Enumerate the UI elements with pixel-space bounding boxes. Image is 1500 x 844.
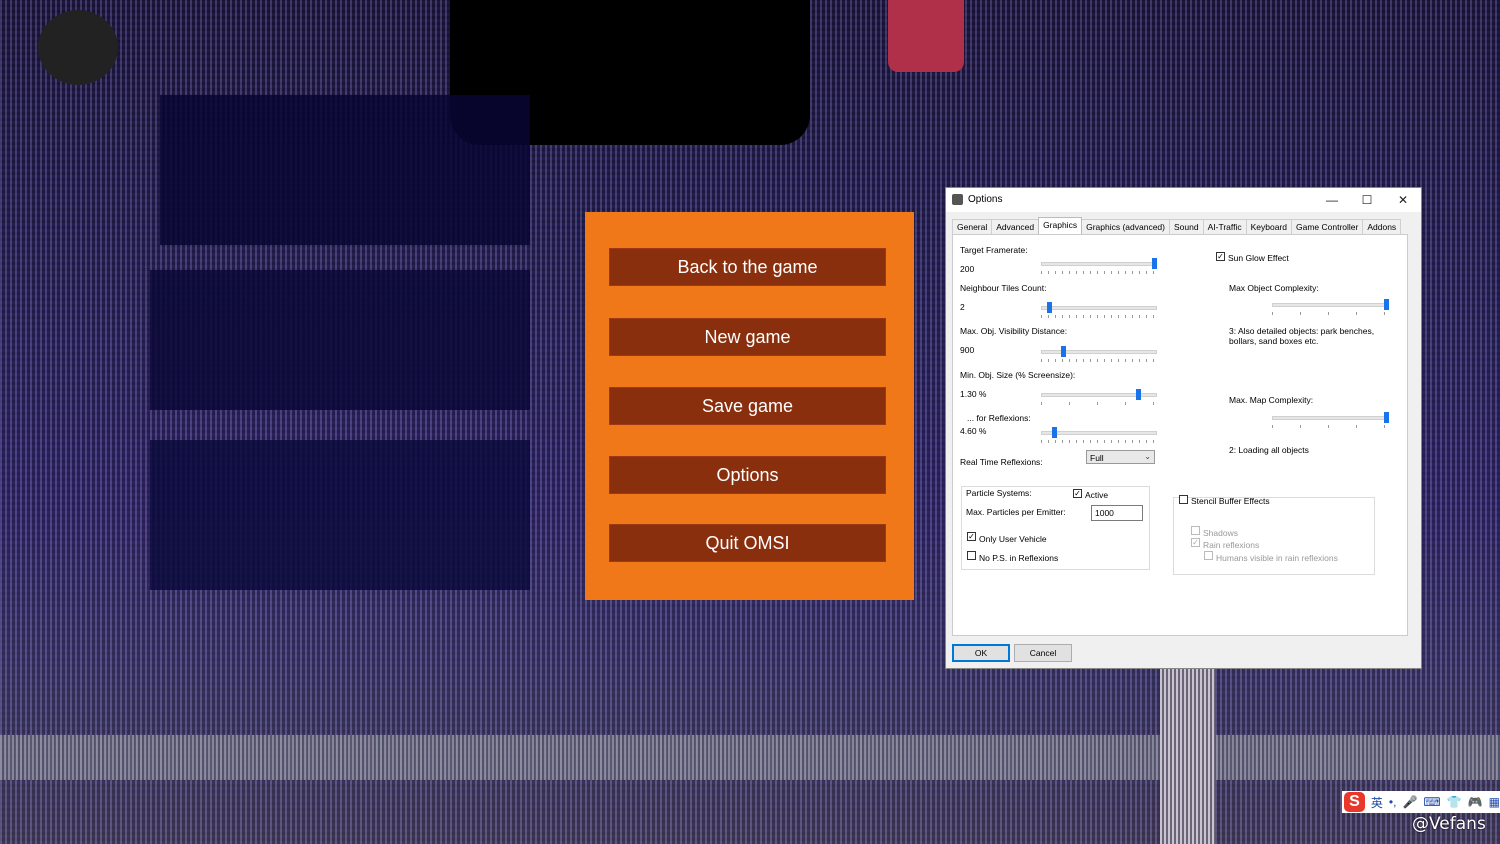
sogou-logo-icon[interactable]: S (1344, 792, 1365, 812)
slider-thumb[interactable] (1136, 389, 1141, 400)
max-object-complexity-slider[interactable] (1272, 299, 1389, 317)
real-time-reflexions-value: Full (1090, 453, 1104, 463)
target-framerate-label: Target Framerate: (960, 245, 1028, 255)
neighbour-tiles-value: 2 (960, 302, 965, 312)
min-obj-size-slider[interactable] (1041, 389, 1157, 407)
maximize-button[interactable]: ☐ (1350, 188, 1384, 212)
sun-glow-checkbox[interactable]: ✓ (1216, 252, 1225, 261)
rain-reflexions-label: Rain reflexions (1203, 540, 1260, 550)
background-lamp (38, 10, 118, 85)
tab-graphics[interactable]: Graphics (1038, 217, 1083, 235)
min-obj-size-value: 1.30 % (960, 389, 987, 399)
max-object-complexity-label: Max Object Complexity: (1229, 283, 1319, 293)
microphone-icon[interactable]: 🎤 (1402, 795, 1417, 809)
for-reflexions-label: ... for Reflexions: (967, 413, 1031, 423)
tab-graphics-advanced[interactable]: Graphics (advanced) (1081, 219, 1170, 235)
grid-icon[interactable]: ▦ (1489, 795, 1500, 809)
minimize-button[interactable]: — (1315, 188, 1349, 212)
min-obj-size-label: Min. Obj. Size (% Screensize): (960, 370, 1076, 380)
skin-icon[interactable]: 👕 (1447, 795, 1462, 809)
slider-thumb[interactable] (1047, 302, 1052, 313)
sun-glow-label: Sun Glow Effect (1228, 253, 1289, 263)
only-user-vehicle-checkbox[interactable]: ✓ (967, 532, 976, 541)
shadows-checkbox[interactable] (1191, 526, 1200, 535)
tab-bar: General Advanced Graphics Graphics (adva… (952, 217, 1402, 235)
particle-active-label: Active (1085, 490, 1109, 500)
tab-general[interactable]: General (952, 219, 993, 235)
only-user-vehicle-label: Only User Vehicle (979, 534, 1047, 544)
visibility-distance-slider[interactable] (1041, 346, 1157, 364)
ime-toolbar: S 英 •, 🎤 ⌨ 👕 🎮 ▦ (1342, 791, 1500, 813)
quit-omsi-button[interactable]: Quit OMSI (609, 524, 886, 562)
no-ps-reflexions-label: No P.S. in Reflexions (979, 553, 1059, 563)
graphics-panel: Target Framerate: 200 Neighbour Tiles Co… (952, 234, 1408, 636)
slider-thumb[interactable] (1052, 427, 1057, 438)
ok-button[interactable]: OK (952, 644, 1010, 662)
options-window: Options — ☐ ✕ General Advanced Graphics … (945, 187, 1422, 669)
slider-thumb[interactable] (1384, 299, 1389, 310)
neighbour-tiles-slider[interactable] (1041, 302, 1157, 320)
max-map-complexity-slider[interactable] (1272, 412, 1389, 430)
language-toggle-icon[interactable]: 英 (1371, 794, 1383, 811)
tab-keyboard[interactable]: Keyboard (1245, 219, 1292, 235)
target-framerate-value: 200 (960, 264, 975, 274)
max-particles-label: Max. Particles per Emitter: (966, 507, 1066, 517)
back-to-game-button[interactable]: Back to the game (609, 248, 886, 286)
tab-advanced[interactable]: Advanced (991, 219, 1040, 235)
real-time-reflexions-select[interactable]: Full ⌄ (1086, 450, 1155, 464)
rain-reflexions-checkbox[interactable]: ✓ (1191, 538, 1200, 547)
max-map-complexity-label: Max. Map Complexity: (1229, 395, 1314, 405)
visibility-distance-value: 900 (960, 345, 975, 355)
max-particles-input[interactable]: 1000 (1091, 505, 1143, 521)
new-game-button[interactable]: New game (609, 318, 886, 356)
tab-sound[interactable]: Sound (1168, 219, 1204, 235)
close-button[interactable]: ✕ (1386, 188, 1420, 212)
save-game-button[interactable]: Save game (609, 387, 886, 425)
tab-ai-traffic[interactable]: AI-Traffic (1202, 219, 1247, 235)
max-map-complexity-desc: 2: Loading all objects (1229, 445, 1309, 455)
humans-visible-checkbox[interactable] (1204, 551, 1213, 560)
neighbour-tiles-label: Neighbour Tiles Count: (960, 283, 1047, 293)
real-time-reflexions-label: Real Time Reflexions: (960, 457, 1043, 467)
background-post (1160, 660, 1215, 844)
slider-thumb[interactable] (1384, 412, 1389, 423)
no-ps-reflexions-checkbox[interactable] (967, 551, 976, 560)
chevron-down-icon: ⌄ (1144, 452, 1151, 461)
for-reflexions-value: 4.60 % (960, 426, 987, 436)
background-kerb (0, 735, 1500, 780)
title-bar[interactable]: Options — ☐ ✕ (946, 188, 1421, 212)
particle-active-checkbox[interactable]: ✓ (1073, 489, 1082, 498)
stencil-checkbox[interactable] (1179, 495, 1188, 504)
stencil-label: Stencil Buffer Effects (1191, 496, 1270, 506)
particle-systems-label: Particle Systems: (966, 488, 1032, 498)
tab-game-controller[interactable]: Game Controller (1290, 219, 1364, 235)
window-title: Options (968, 194, 1003, 205)
options-button[interactable]: Options (609, 456, 886, 494)
punctuation-icon[interactable]: •, (1389, 795, 1397, 809)
gamepad-icon[interactable]: 🎮 (1468, 795, 1483, 809)
target-framerate-slider[interactable] (1041, 258, 1157, 276)
background-window-3 (150, 440, 530, 590)
keyboard-icon[interactable]: ⌨ (1423, 795, 1440, 809)
slider-thumb[interactable] (1061, 346, 1066, 357)
for-reflexions-slider[interactable] (1041, 427, 1157, 445)
humans-visible-label: Humans visible in rain reflexions (1216, 553, 1338, 563)
background-window-1 (160, 95, 530, 245)
watermark: @Vefans (1412, 814, 1486, 834)
slider-thumb[interactable] (1152, 258, 1157, 269)
background-window-2 (150, 270, 530, 410)
app-icon (952, 194, 963, 205)
shadows-label: Shadows (1203, 528, 1238, 538)
tab-addons[interactable]: Addons (1362, 219, 1402, 235)
background-logo (888, 0, 964, 72)
max-object-complexity-desc: 3: Also detailed objects: park benches, … (1229, 326, 1375, 346)
visibility-distance-label: Max. Obj. Visibility Distance: (960, 326, 1068, 336)
pause-menu: Back to the game New game Save game Opti… (585, 212, 914, 600)
cancel-button[interactable]: Cancel (1014, 644, 1072, 662)
